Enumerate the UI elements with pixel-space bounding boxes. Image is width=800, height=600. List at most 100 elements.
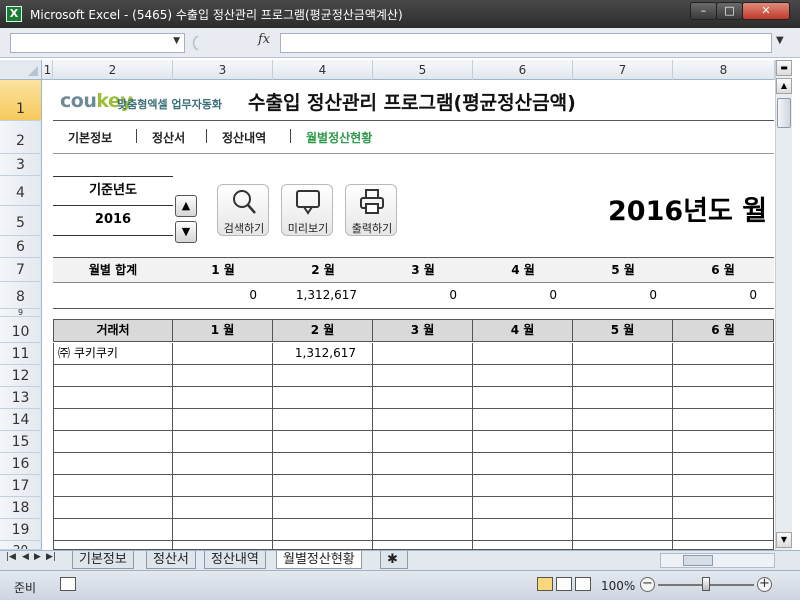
month-value-cell[interactable]: 1,312,617 (273, 343, 373, 365)
summary-value[interactable]: 0 (373, 286, 473, 304)
insert-sheet-icon[interactable]: ✱ (380, 551, 408, 569)
month-value-cell[interactable] (373, 431, 473, 453)
print-button[interactable]: 출력하기 (345, 184, 397, 236)
row-header[interactable]: 12 (0, 365, 42, 387)
page-layout-view-icon[interactable] (556, 577, 572, 591)
month-value-cell[interactable] (373, 541, 473, 550)
month-value-cell[interactable] (273, 365, 373, 387)
month-value-cell[interactable] (673, 519, 774, 541)
month-value-cell[interactable] (573, 387, 673, 409)
row-header[interactable]: 6 (0, 236, 42, 258)
summary-value[interactable]: 0 (673, 286, 773, 304)
year-up-button[interactable]: ▲ (175, 195, 197, 217)
row-header[interactable]: 10 (0, 317, 42, 343)
select-all-corner[interactable] (0, 60, 42, 80)
month-value-cell[interactable] (273, 409, 373, 431)
month-value-cell[interactable] (573, 475, 673, 497)
nav-settlement[interactable]: 정산서 (152, 129, 185, 146)
column-header[interactable]: 1 (43, 60, 53, 80)
month-value-cell[interactable] (273, 497, 373, 519)
month-value-cell[interactable] (173, 365, 273, 387)
zoom-in-icon[interactable]: + (757, 577, 772, 592)
month-value-cell[interactable] (473, 387, 573, 409)
row-header[interactable]: 17 (0, 475, 42, 497)
sheet-tab-monthly-status[interactable]: 월별정산현황 (276, 551, 362, 569)
month-value-cell[interactable] (473, 453, 573, 475)
month-value-cell[interactable] (173, 497, 273, 519)
vertical-scrollbar[interactable]: ▬ ▲ ▼ (775, 60, 792, 550)
horizontal-scroll-thumb[interactable] (683, 555, 713, 566)
summary-value[interactable]: 0 (473, 286, 573, 304)
month-value-cell[interactable] (273, 519, 373, 541)
month-value-cell[interactable] (473, 431, 573, 453)
sheet-tab-basic-info[interactable]: 기본정보 (72, 551, 134, 569)
column-header[interactable]: 7 (573, 60, 673, 80)
month-value-cell[interactable] (373, 409, 473, 431)
vendor-cell[interactable] (53, 453, 173, 475)
column-header[interactable]: 8 (673, 60, 775, 80)
month-value-cell[interactable] (173, 409, 273, 431)
row-header[interactable]: 16 (0, 453, 42, 475)
summary-value[interactable]: 0 (173, 286, 273, 304)
vendor-cell[interactable] (53, 431, 173, 453)
month-value-cell[interactable] (673, 541, 774, 550)
row-header[interactable]: 5 (0, 206, 42, 236)
month-value-cell[interactable] (173, 453, 273, 475)
month-value-cell[interactable] (473, 541, 573, 550)
row-header[interactable]: 3 (0, 154, 42, 176)
expand-formula-bar-icon[interactable]: ▼ (776, 35, 784, 46)
row-header[interactable]: 4 (0, 176, 42, 206)
page-break-view-icon[interactable] (575, 577, 591, 591)
row-header[interactable]: 8 (0, 282, 42, 309)
month-value-cell[interactable] (473, 475, 573, 497)
month-value-cell[interactable] (573, 453, 673, 475)
month-value-cell[interactable] (273, 541, 373, 550)
nav-basic-info[interactable]: 기본정보 (68, 129, 112, 146)
column-header[interactable]: 4 (273, 60, 373, 80)
month-value-cell[interactable] (673, 453, 774, 475)
month-value-cell[interactable] (173, 431, 273, 453)
split-box[interactable]: ▬ (776, 60, 792, 76)
year-down-button[interactable]: ▼ (175, 221, 197, 243)
vendor-cell[interactable] (53, 475, 173, 497)
row-header[interactable]: 2 (0, 121, 42, 154)
month-value-cell[interactable] (373, 519, 473, 541)
month-value-cell[interactable] (473, 409, 573, 431)
summary-value[interactable]: 0 (573, 286, 673, 304)
month-value-cell[interactable] (573, 343, 673, 365)
preview-button[interactable]: 미리보기 (281, 184, 333, 236)
row-header-hidden[interactable]: 9 (0, 309, 42, 317)
column-header[interactable]: 6 (473, 60, 573, 80)
month-value-cell[interactable] (373, 453, 473, 475)
last-sheet-icon[interactable]: ▶| (46, 552, 56, 562)
insert-function-icon[interactable]: fx (258, 32, 270, 47)
vendor-cell[interactable] (53, 519, 173, 541)
month-value-cell[interactable] (573, 365, 673, 387)
search-button[interactable]: 검색하기 (217, 184, 269, 236)
month-value-cell[interactable] (573, 519, 673, 541)
normal-view-icon[interactable] (537, 577, 553, 591)
month-value-cell[interactable] (473, 497, 573, 519)
next-sheet-icon[interactable]: ▶ (34, 552, 41, 562)
month-value-cell[interactable] (173, 475, 273, 497)
zoom-level[interactable]: 100% (601, 579, 635, 593)
month-value-cell[interactable] (673, 497, 774, 519)
horizontal-scrollbar[interactable] (660, 553, 775, 568)
month-value-cell[interactable] (673, 343, 774, 365)
vendor-cell[interactable] (53, 497, 173, 519)
excel-app-icon[interactable]: X (6, 6, 22, 22)
row-header[interactable]: 13 (0, 387, 42, 409)
month-value-cell[interactable] (373, 365, 473, 387)
row-header[interactable]: 14 (0, 409, 42, 431)
month-value-cell[interactable] (573, 497, 673, 519)
base-year-value[interactable]: 2016 (53, 206, 173, 236)
row-header[interactable]: 19 (0, 519, 42, 541)
month-value-cell[interactable] (273, 387, 373, 409)
close-button[interactable]: ✕ (742, 2, 790, 20)
vertical-scroll-thumb[interactable] (777, 98, 791, 128)
month-value-cell[interactable] (373, 387, 473, 409)
month-value-cell[interactable] (373, 497, 473, 519)
vendor-cell[interactable] (53, 409, 173, 431)
month-value-cell[interactable] (173, 519, 273, 541)
month-value-cell[interactable] (473, 343, 573, 365)
